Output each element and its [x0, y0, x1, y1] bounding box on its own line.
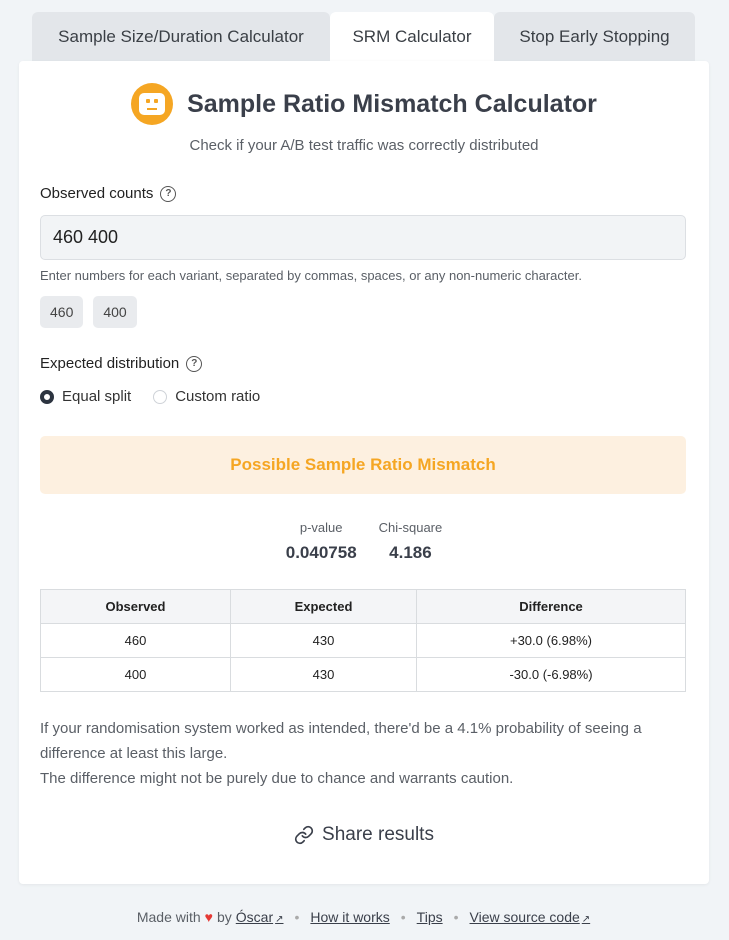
explanation-text: If your randomisation system worked as i…: [40, 716, 690, 791]
custom-ratio-radio[interactable]: Custom ratio: [153, 388, 260, 405]
page-header: Sample Ratio Mismatch Calculator: [19, 83, 709, 125]
heart-icon: ♥: [204, 909, 213, 925]
page-subtitle: Check if your A/B test traffic was corre…: [189, 137, 539, 154]
count-chips: 460 400: [40, 296, 137, 328]
share-results-label: Share results: [322, 824, 434, 845]
observed-counts-input[interactable]: 460 400: [40, 215, 686, 260]
separator-dot: •: [294, 909, 300, 925]
page-title: Sample Ratio Mismatch Calculator: [187, 89, 597, 118]
by-text: by: [216, 909, 232, 925]
custom-ratio-label: Custom ratio: [175, 388, 261, 405]
column-header-difference: Difference: [416, 589, 686, 624]
table-cell: 430: [230, 623, 417, 658]
tab-stop-early[interactable]: Stop Early Stopping: [494, 12, 695, 61]
srm-alert: Possible Sample Ratio Mismatch: [40, 436, 686, 494]
results-table: Observed Expected Difference 460 430 +30…: [40, 589, 686, 692]
separator-dot: •: [400, 909, 406, 925]
radio-unselected-icon: [153, 389, 168, 404]
stats-row: p-value 0.040758 Chi-square 4.186: [19, 520, 709, 563]
author-link[interactable]: Óscar ↗: [236, 909, 284, 925]
table-cell: 460: [40, 623, 231, 658]
help-icon[interactable]: ?: [186, 355, 203, 372]
separator-dot: •: [453, 909, 459, 925]
expected-label-text: Expected distribution: [40, 355, 180, 372]
table-row: 460 430 +30.0 (6.98%): [40, 623, 686, 658]
view-source-link[interactable]: View source code ↗: [470, 909, 591, 925]
external-link-icon: ↗: [581, 914, 591, 925]
pvalue-value: 0.040758: [285, 543, 357, 562]
tab-sample-size[interactable]: Sample Size/Duration Calculator: [32, 12, 330, 61]
count-chip: 400: [93, 296, 137, 328]
made-with-text: Made with: [136, 909, 201, 925]
explanation-line: The difference might not be purely due t…: [40, 770, 514, 787]
chisq-value: 4.186: [389, 543, 432, 562]
pvalue-stat: p-value 0.040758: [286, 520, 357, 563]
column-header-observed: Observed: [40, 589, 231, 624]
tab-srm[interactable]: SRM Calculator: [330, 12, 494, 61]
how-it-works-link[interactable]: How it works: [310, 909, 389, 925]
table-cell: +30.0 (6.98%): [416, 623, 686, 658]
count-chip: 460: [40, 296, 84, 328]
table-cell: -30.0 (-6.98%): [416, 657, 686, 692]
link-icon: [294, 825, 314, 845]
table-row: 400 430 -30.0 (-6.98%): [40, 657, 686, 692]
equal-split-radio[interactable]: Equal split: [40, 388, 131, 405]
tab-bar: Sample Size/Duration Calculator SRM Calc…: [32, 12, 695, 61]
tips-link[interactable]: Tips: [417, 909, 443, 925]
column-header-expected: Expected: [230, 589, 417, 624]
chisq-label: Chi-square: [378, 520, 443, 535]
equal-split-label: Equal split: [62, 388, 132, 405]
expected-label: Expected distribution ?: [40, 355, 203, 372]
observed-label-text: Observed counts: [40, 185, 154, 202]
observed-label: Observed counts ?: [40, 185, 177, 202]
table-cell: 400: [40, 657, 231, 692]
distribution-radio-group: Equal split Custom ratio: [40, 388, 282, 405]
robot-logo-icon: [131, 83, 174, 125]
calculator-card: Sample Ratio Mismatch Calculator Check i…: [19, 61, 709, 884]
pvalue-label: p-value: [299, 520, 343, 535]
share-results-button[interactable]: Share results: [19, 824, 709, 846]
table-cell: 430: [230, 657, 417, 692]
chisq-stat: Chi-square 4.186: [379, 520, 443, 563]
external-link-icon: ↗: [275, 914, 284, 925]
footer: Made with ♥ by Óscar ↗ • How it works • T…: [0, 909, 729, 925]
radio-selected-icon: [40, 389, 54, 404]
observed-hint: Enter numbers for each variant, separate…: [40, 268, 582, 283]
help-icon[interactable]: ?: [160, 185, 177, 202]
explanation-line: If your randomisation system worked as i…: [40, 720, 642, 762]
